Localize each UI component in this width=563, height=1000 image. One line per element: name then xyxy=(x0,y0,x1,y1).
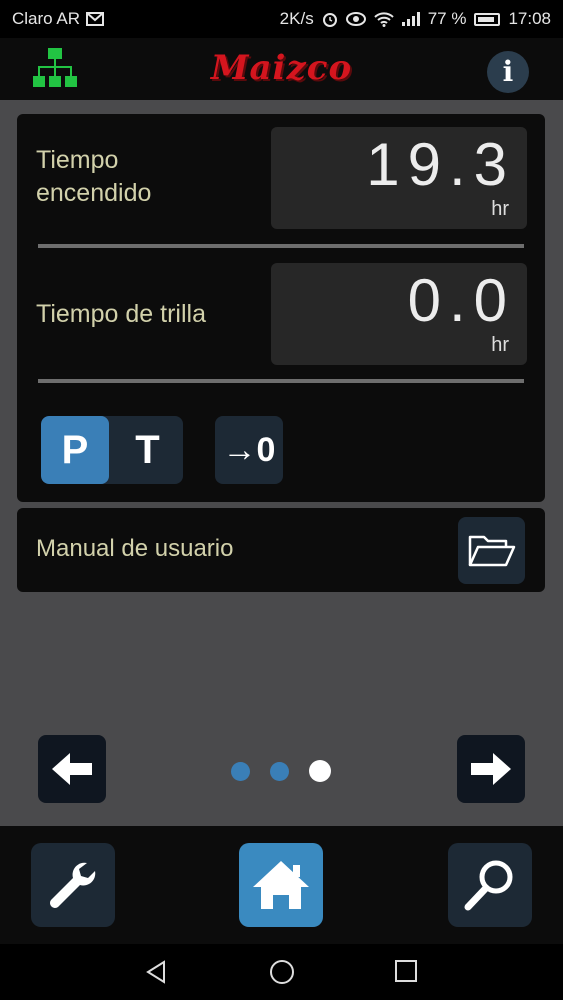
open-manual-button[interactable] xyxy=(458,517,525,584)
user-manual-row: Manual de usuario xyxy=(17,508,545,592)
arrow-right-icon xyxy=(471,753,511,785)
pt-toggle: P T xyxy=(41,416,183,484)
bottom-toolbar xyxy=(0,826,563,944)
divider xyxy=(38,379,524,383)
home-button[interactable] xyxy=(239,843,323,927)
info-icon[interactable]: i xyxy=(487,51,529,93)
network-speed: 2K/s xyxy=(279,9,314,28)
alarm-icon xyxy=(322,13,337,27)
arrow-left-icon xyxy=(52,753,92,785)
previous-page-button[interactable] xyxy=(38,735,106,803)
search-icon xyxy=(464,860,513,911)
signal-icon xyxy=(401,12,420,26)
mail-icon xyxy=(86,12,105,26)
home-icon xyxy=(253,861,309,909)
app-bar: Maizco i xyxy=(0,38,563,100)
counters-card: Tiempo encendido 19.3 hr Tiempo de trill… xyxy=(17,114,545,502)
status-bar: Claro AR 2K/s 77 % 17:08 xyxy=(0,0,563,38)
system-navigation-bar xyxy=(0,944,563,1000)
engine-time-display: 19.3 hr xyxy=(271,127,527,229)
page-indicator xyxy=(231,760,331,782)
engine-time-unit: hr xyxy=(491,198,509,220)
battery-icon xyxy=(474,12,501,26)
threshing-time-value: 0.0 xyxy=(407,267,515,334)
page-dot-active[interactable] xyxy=(309,760,331,782)
back-icon[interactable] xyxy=(144,960,168,984)
engine-time-label-line2: encendido xyxy=(36,179,152,207)
maizco-logo: Maizco xyxy=(210,48,353,88)
page-dot[interactable] xyxy=(231,761,250,781)
total-toggle-button[interactable]: T xyxy=(112,416,183,484)
search-button[interactable] xyxy=(448,843,532,927)
engine-time-label: Tiempo encendido xyxy=(36,144,151,210)
user-manual-label: Manual de usuario xyxy=(36,535,234,562)
settings-button[interactable] xyxy=(31,843,115,927)
threshing-time-unit: hr xyxy=(491,334,509,356)
threshing-time-display: 0.0 hr xyxy=(271,263,527,365)
home-nav-icon[interactable] xyxy=(269,959,295,985)
wrench-icon xyxy=(50,862,96,908)
page-dot[interactable] xyxy=(270,761,289,781)
battery-percent: 77 % xyxy=(427,9,467,28)
threshing-time-label: Tiempo de trilla xyxy=(36,300,206,328)
engine-time-value: 19.3 xyxy=(366,131,515,198)
clock: 17:08 xyxy=(508,9,551,28)
carrier-label: Claro AR xyxy=(12,9,81,28)
engine-time-label-line1: Tiempo xyxy=(36,146,119,174)
divider xyxy=(38,244,524,248)
recents-icon[interactable] xyxy=(395,960,417,982)
wifi-icon xyxy=(374,12,394,27)
partial-toggle-button[interactable]: P xyxy=(41,416,109,484)
folder-open-icon xyxy=(468,535,516,567)
reset-counter-button[interactable]: →0 xyxy=(215,416,283,484)
next-page-button[interactable] xyxy=(457,735,525,803)
eye-icon xyxy=(345,12,366,26)
